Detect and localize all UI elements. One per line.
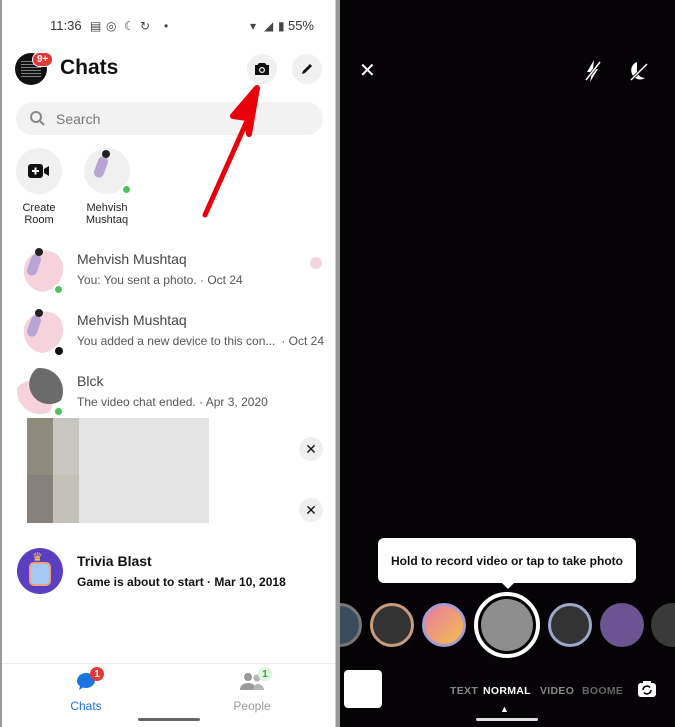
flash-off-icon[interactable] [584,60,602,82]
effect-hearts[interactable] [422,603,466,647]
home-indicator[interactable] [138,718,200,721]
lock-icon [53,345,65,357]
news-icon: ▤ [90,19,102,33]
pencil-icon [302,64,312,74]
avatar [17,246,64,295]
story-label: Create [22,202,56,214]
search-placeholder: Search [56,110,101,127]
chat-preview: You added a new device to this con... [77,334,276,348]
chat-preview: You: You sent a photo. · Oct 24 [77,273,243,287]
dnd-moon-icon: ☾ [124,19,135,33]
story-label: Mushtaq [85,214,129,226]
tab-label: People [233,699,271,713]
tab-label: Chats [70,699,102,713]
dismiss-button[interactable]: ✕ [299,498,323,522]
story-mehvish[interactable]: Mehvish Mushtaq [77,148,137,226]
signal-icon: ◢ [264,19,274,33]
shutter-button[interactable] [474,592,540,658]
home-indicator[interactable] [476,718,538,721]
camera-icon [255,63,269,75]
compose-button[interactable] [292,54,322,84]
effect-friends[interactable] [651,603,675,647]
close-icon: ✕ [305,440,317,457]
chat-row[interactable]: Mehvish Mushtaq You: You sent a photo. ·… [2,243,335,301]
bottom-nav: 1 Chats 1 People [2,663,335,727]
battery-icon: ▮ [278,19,285,33]
gallery-thumbnail[interactable] [344,670,382,708]
annotation-arrow [202,85,260,218]
unread-badge: 1 [90,667,104,681]
status-time: 11:36 [50,18,82,33]
wifi-icon: ▾ [250,19,257,33]
chats-header: 9+ Chats [2,52,335,88]
mode-video[interactable]: VIDEO [540,685,574,697]
people-badge: 1 [258,667,272,681]
effect-fish[interactable] [548,603,592,647]
dismiss-button[interactable]: ✕ [299,437,323,461]
chat-name: Blck [77,373,104,389]
video-plus-icon [28,164,49,178]
mode-text[interactable]: TEXT [450,685,478,697]
crown-icon: ♛ [32,550,43,564]
blurred-chat[interactable] [27,475,209,523]
chat-name: Trivia Blast [77,553,152,569]
story-label: Room [24,214,54,226]
camera-screen: ✕ Hold to record video or tap to take ph… [340,0,675,727]
close-camera-button[interactable]: ✕ [359,58,376,83]
tab-chats[interactable]: 1 Chats [46,667,126,713]
mode-normal[interactable]: NORMAL [483,685,531,697]
close-icon: ✕ [305,501,317,518]
online-indicator [121,184,132,195]
capture-tooltip: Hold to record video or tap to take phot… [378,538,636,589]
whatsapp-icon: ◎ [106,19,117,33]
chat-name: Mehvish Mushtaq [77,251,187,267]
mode-boomerang[interactable]: BOOME [582,685,623,697]
night-mode-off-icon[interactable] [628,60,650,82]
avatar [17,307,65,357]
chat-preview: Game is about to start · Mar 10, 2018 [77,575,286,589]
effect-frame[interactable] [340,603,362,647]
page-title: Chats [60,56,119,79]
chat-row[interactable]: Blck The video chat ended. · Apr 3, 2020 [2,365,335,423]
online-indicator [53,284,64,295]
trivia-avatar: ♛ [17,548,63,594]
flip-camera-icon[interactable] [637,680,657,698]
chats-screen: 11:36 ▤ ◎ ☾ ↻ • ▾ ◢ ▮ 55% 9+ Chats Searc… [2,0,336,727]
chat-date: · Oct 24 [281,334,324,348]
app-notification-icon: ↻ [140,19,151,33]
effect-astronaut[interactable] [600,603,644,647]
chat-row[interactable]: ♛ Trivia Blast Game is about to start · … [2,545,335,603]
group-avatar [17,368,64,417]
chat-row[interactable]: Mehvish Mushtaq You added a new device t… [2,304,335,362]
create-room-button[interactable]: Create Room [9,148,69,226]
tab-people[interactable]: 1 People [212,667,292,713]
seen-avatar [310,257,322,269]
effect-rainbow[interactable] [370,603,414,647]
game-icon [29,562,51,586]
more-notifications-dot-icon: • [164,19,169,33]
active-mode-caret-icon: ▲ [500,704,509,714]
search-icon [30,110,45,126]
online-indicator [53,406,64,417]
avatar [84,148,132,195]
status-bar: 11:36 ▤ ◎ ☾ ↻ • ▾ ◢ ▮ 55% [2,18,335,36]
battery-percent: 55% [287,18,314,33]
chat-name: Mehvish Mushtaq [77,312,187,328]
notification-badge: 9+ [32,52,54,67]
story-label: Mehvish [86,202,128,214]
chat-preview: The video chat ended. · Apr 3, 2020 [77,395,268,409]
